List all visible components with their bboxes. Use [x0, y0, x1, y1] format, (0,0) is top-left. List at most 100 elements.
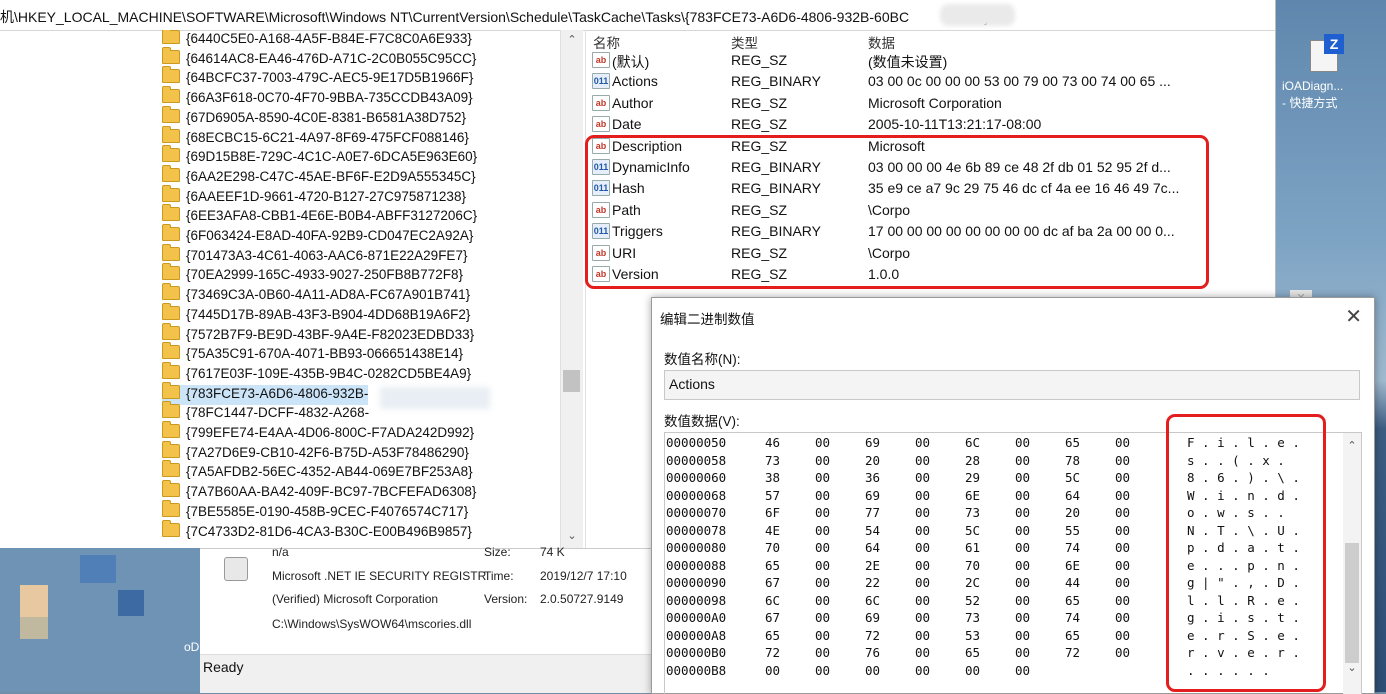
hex-byte: 00 [1015, 557, 1031, 573]
tree-item[interactable]: {6440C5E0-A168-4A5F-B84E-F7C8C0A6E933} [162, 30, 472, 50]
tree-item-label: {6EE3AFA8-CBB1-4E6E-B0B4-ABFF3127206C} [186, 208, 478, 224]
tree-item[interactable]: {6EE3AFA8-CBB1-4E6E-B0B4-ABFF3127206C} [162, 204, 478, 227]
tree-scrollbar[interactable]: ⌃ ⌄ [560, 30, 583, 548]
value-name-field[interactable]: Actions [664, 370, 1360, 400]
tree-item[interactable]: {6AA2E298-C47C-45AE-BF6F-E2D9A555345C} [162, 164, 476, 188]
hex-byte: 00 [815, 645, 831, 660]
scroll-thumb[interactable] [563, 370, 580, 392]
desktop-shortcut-label[interactable]: iOADiagn... - 快捷方式 [1282, 78, 1386, 112]
column-header-type[interactable]: 类型 [731, 32, 758, 51]
folder-icon [162, 361, 180, 379]
scroll-down-icon[interactable]: ⌄ [561, 526, 583, 546]
hex-byte: 64 [1065, 487, 1081, 503]
hex-byte: 67 [765, 610, 781, 625]
value-row[interactable]: 011 Actions REG_BINARY 03 00 0c 00 00 00 53… [586, 72, 1276, 93]
folder-icon [162, 421, 180, 438]
hex-byte: 00 [1115, 487, 1131, 503]
tree-item[interactable]: {7572B7F9-BE9D-43BF-9A4E-F82023EDBD33} [162, 322, 474, 346]
tree-item-label: {7A27D6E9-CB10-42F6-B75D-A53F78486290} [186, 444, 469, 460]
redacted-region [940, 4, 1015, 26]
tree-item[interactable]: {67D6905A-8590-4C0E-8381-B6581A38D752} [162, 105, 466, 129]
hex-byte: 00 [1115, 610, 1131, 625]
tree-item[interactable]: {701473A3-4C61-4063-AAC6-871E22A29FE7} [162, 243, 467, 267]
tree-item[interactable]: {799EFE74-E4AA-4D06-800C-F7ADA242D992} [162, 421, 475, 444]
pixelated-block [118, 590, 144, 616]
hex-byte: 00 [1115, 505, 1131, 520]
tree-item[interactable]: {68ECBC15-6C21-4A97-8F69-475FCF088146} [162, 125, 469, 149]
hex-byte: 61 [965, 540, 981, 555]
hex-address: 000000A0 [666, 610, 727, 625]
tree-item[interactable]: {7C4733D2-81D6-4CA3-B30C-E00B496B9857} [162, 519, 472, 543]
folder-icon [162, 66, 180, 84]
tree-item[interactable]: {66A3F618-0C70-4F70-9BBA-735CCDB43A09} [162, 86, 473, 109]
hex-byte: 57 [765, 487, 781, 503]
tree-item[interactable]: {6AAEEF1D-9661-4720-B127-27C975871238} [162, 184, 466, 208]
hex-byte: 00 [815, 505, 831, 520]
hex-byte: 6E [965, 487, 981, 503]
hex-byte: 00 [1115, 592, 1131, 608]
tree-item-label: {64BCFC37-7003-479C-AEC5-9E17D5B1966F} [186, 70, 474, 86]
scroll-up-icon[interactable]: ⌃ [561, 30, 583, 50]
hex-address: 00000070 [666, 505, 727, 520]
tree-item[interactable]: {69D15B8E-729C-4C1C-A0E7-6DCA5E963E60} [162, 145, 477, 168]
tree-item[interactable]: {64614AC8-EA46-476D-A71C-2C0B055C95CC} [162, 46, 476, 70]
value-row[interactable]: ab (默认) REG_SZ (数值未设置) [586, 51, 1276, 72]
scroll-down-icon[interactable]: ⌄ [1343, 661, 1361, 674]
tree-item[interactable]: {7A7B60AA-BA42-409F-BC97-7BCFEFAD6308} [162, 480, 477, 503]
desktop-shortcut-icon[interactable]: Z [1306, 34, 1346, 74]
tree-item[interactable]: {75A35C91-670A-4071-BB93-066651438E14} [162, 342, 463, 365]
hex-byte: 20 [1065, 505, 1081, 520]
value-name-text: Actions [669, 376, 715, 392]
tree-item-label: {66A3F618-0C70-4F70-9BBA-735CCDB43A09} [186, 90, 473, 106]
hex-address: 000000B8 [666, 662, 727, 678]
tree-item-label: {7A7B60AA-BA42-409F-BC97-7BCFEFAD6308} [186, 484, 477, 500]
hex-byte: 72 [865, 627, 881, 643]
hex-address: 000000B0 [666, 645, 727, 660]
tree-item[interactable]: {6F063424-E8AD-40FA-92B9-CD047EC2A92A} [162, 224, 473, 247]
hex-byte: 65 [765, 627, 781, 643]
registry-key-tree[interactable]: {6440C5E0-A168-4A5F-B84E-F7C8C0A6E933} {6… [0, 30, 560, 548]
tree-item-label: {70EA2999-165C-4933-9027-250FB8B772F8} [186, 267, 463, 283]
tree-item[interactable]: {7BE5585E-0190-458B-9CEC-F4076574C717} [162, 499, 468, 523]
hex-byte: 65 [1065, 435, 1081, 450]
folder-icon [162, 342, 180, 360]
hex-byte: 00 [915, 645, 931, 660]
hex-byte: 2E [865, 557, 881, 573]
folder-icon [162, 30, 180, 44]
string-value-icon: ab [592, 116, 610, 133]
tree-item[interactable]: {7617E03F-109E-435B-9B4C-0282CD5BE4A9} [162, 361, 471, 385]
tree-item[interactable]: {7445D17B-89AB-43F3-B904-4DD68B19A6F2} [162, 302, 470, 326]
tree-item[interactable]: {7A27D6E9-CB10-42F6-B75D-A53F78486290} [162, 440, 469, 464]
hex-byte: 74 [1065, 610, 1081, 625]
hex-byte: 69 [865, 435, 881, 450]
hex-address: 00000088 [666, 557, 727, 573]
value-row[interactable]: ab Author REG_SZ Microsoft Corporation [586, 94, 1276, 115]
address-bar[interactable]: 机\HKEY_LOCAL_MACHINE\SOFTWARE\Microsoft\… [0, 0, 1275, 31]
hex-byte: 00 [915, 435, 931, 450]
hex-byte: 00 [965, 662, 981, 678]
hex-scrollbar[interactable]: ⌃ ⌄ [1343, 433, 1361, 694]
hex-byte: 00 [1115, 470, 1131, 485]
column-header-data[interactable]: 数据 [868, 32, 895, 51]
tree-item[interactable]: {64BCFC37-7003-479C-AEC5-9E17D5B1966F} [162, 66, 474, 89]
hex-byte: 74 [1065, 540, 1081, 555]
scroll-up-icon[interactable]: ⌃ [1343, 439, 1361, 452]
tree-item[interactable]: {7A5AFDB2-56EC-4352-AB44-069E7BF253A8} [162, 460, 473, 483]
hex-byte: 00 [915, 505, 931, 520]
tree-item-label: {799EFE74-E4AA-4D06-800C-F7ADA242D992} [186, 425, 475, 440]
column-header-name[interactable]: 名称 [593, 32, 620, 51]
scroll-thumb[interactable] [1345, 543, 1359, 663]
close-icon[interactable]: ✕ [1345, 304, 1362, 329]
hex-byte: 28 [965, 452, 981, 468]
hex-byte: 00 [815, 435, 831, 450]
hex-byte: 00 [915, 592, 931, 608]
tree-item[interactable]: {78FC1447-DCFF-4832-A268- [162, 401, 369, 424]
hex-byte: 00 [1015, 575, 1031, 590]
tree-item[interactable]: {70EA2999-165C-4933-9027-250FB8B772F8} [162, 263, 463, 286]
value-row[interactable]: ab Date REG_SZ 2005-10-11T13:21:17-08:00 [586, 115, 1276, 136]
folder-icon [162, 184, 180, 202]
hex-byte: 00 [1015, 610, 1031, 625]
tree-item[interactable]: {73469C3A-0B60-4A11-AD8A-FC67A901B741} [162, 283, 470, 306]
hex-byte: 70 [765, 540, 781, 555]
tree-item[interactable]: {783FCE73-A6D6-4806-932B- [162, 381, 369, 405]
